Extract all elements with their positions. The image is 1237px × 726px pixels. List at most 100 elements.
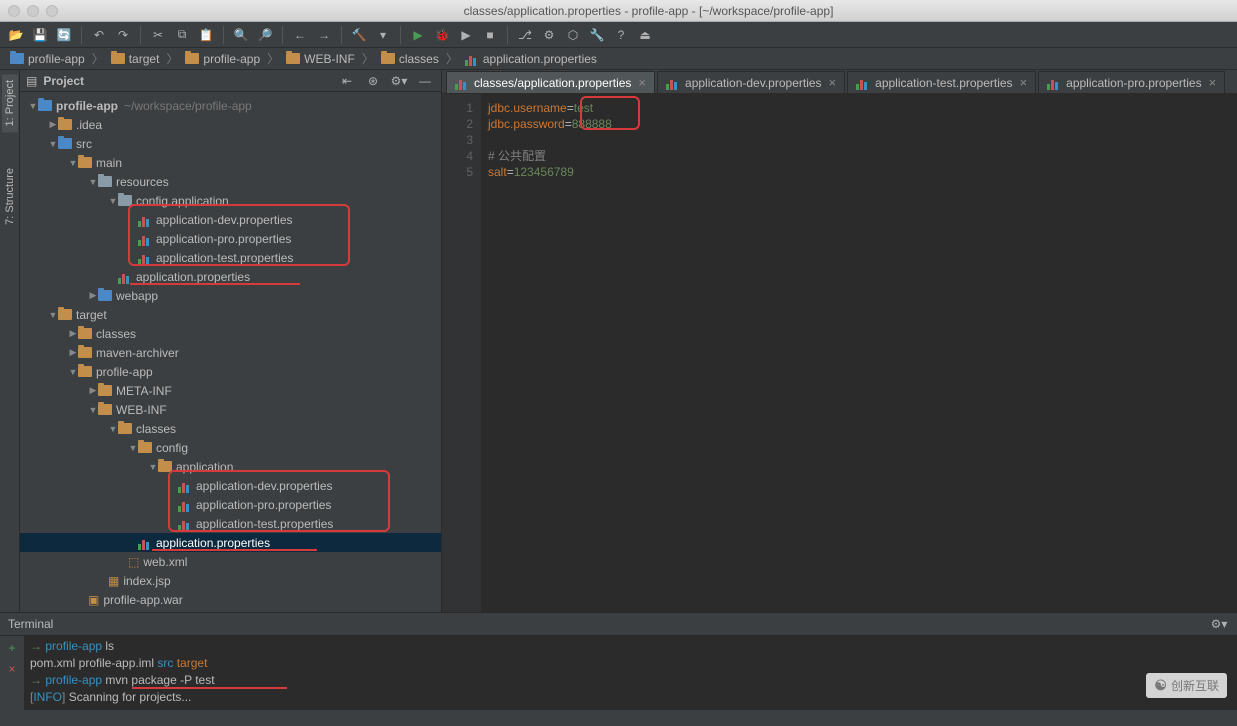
- folder-icon: [98, 385, 112, 396]
- back-icon[interactable]: ←: [290, 25, 310, 45]
- replace-icon[interactable]: 🔎: [255, 25, 275, 45]
- forward-icon[interactable]: →: [314, 25, 334, 45]
- help-icon[interactable]: ?: [611, 25, 631, 45]
- crumb-2[interactable]: profile-app: [181, 51, 264, 67]
- tree-idea[interactable]: ▶.idea: [20, 115, 441, 134]
- tree-metainf[interactable]: ▶META-INF: [20, 381, 441, 400]
- toolwindow-project[interactable]: 1: Project: [2, 74, 18, 132]
- terminal-title: Terminal: [8, 617, 53, 631]
- zoom-window-icon[interactable]: [46, 5, 58, 17]
- coverage-icon[interactable]: ▶: [456, 25, 476, 45]
- tree-pro2[interactable]: application-pro.properties: [20, 495, 441, 514]
- close-icon[interactable]: ×: [638, 75, 646, 90]
- crumb-3[interactable]: WEB-INF: [282, 51, 359, 67]
- run-icon[interactable]: ▶: [408, 25, 428, 45]
- folder-icon: [78, 347, 92, 358]
- close-icon[interactable]: ×: [8, 661, 15, 678]
- tab-test[interactable]: application-test.properties×: [847, 71, 1036, 93]
- save-icon[interactable]: 💾: [30, 25, 50, 45]
- line-gutter: 12345: [442, 94, 482, 612]
- project-tree[interactable]: ▼profile-app~/workspace/profile-app ▶.id…: [20, 92, 441, 612]
- folder-icon: [118, 423, 132, 434]
- gear-icon[interactable]: ⚙▾: [1209, 614, 1229, 634]
- crumb-0[interactable]: profile-app: [6, 51, 89, 67]
- tree-config[interactable]: ▼config.application: [20, 191, 441, 210]
- exit-icon[interactable]: ⏏: [635, 25, 655, 45]
- plus-icon[interactable]: +: [8, 640, 15, 657]
- copy-icon[interactable]: ⧉: [172, 25, 192, 45]
- tree-src[interactable]: ▼src: [20, 134, 441, 153]
- tree-main[interactable]: ▼main: [20, 153, 441, 172]
- close-window-icon[interactable]: [8, 5, 20, 17]
- find-icon[interactable]: 🔍: [231, 25, 251, 45]
- tab-active[interactable]: classes/application.properties×: [446, 71, 655, 93]
- properties-icon: [455, 76, 469, 90]
- tree-test2[interactable]: application-test.properties: [20, 514, 441, 533]
- crumb-1[interactable]: target: [107, 51, 164, 67]
- tree-webxml[interactable]: ⬚web.xml: [20, 552, 441, 571]
- tree-target[interactable]: ▼target: [20, 305, 441, 324]
- collapse-icon[interactable]: ⇤: [337, 71, 357, 91]
- package-icon: [118, 195, 132, 206]
- tree-webinf[interactable]: ▼WEB-INF: [20, 400, 441, 419]
- close-icon[interactable]: ×: [829, 75, 837, 90]
- minimize-window-icon[interactable]: [27, 5, 39, 17]
- paste-icon[interactable]: 📋: [196, 25, 216, 45]
- sync-icon[interactable]: 🔄: [54, 25, 74, 45]
- tree-pro[interactable]: application-pro.properties: [20, 229, 441, 248]
- sdk-icon[interactable]: ⬡: [563, 25, 583, 45]
- project-sidebar: ▤ Project ⇤ ⊛ ⚙▾ — ▼profile-app~/workspa…: [20, 70, 442, 612]
- maven-icon: m: [68, 612, 78, 613]
- tree-war[interactable]: ▣profile-app.war: [20, 590, 441, 609]
- vcs-icon[interactable]: ⎇: [515, 25, 535, 45]
- redo-icon[interactable]: ↷: [113, 25, 133, 45]
- tree-webapp[interactable]: ▶webapp: [20, 286, 441, 305]
- tab-dev[interactable]: application-dev.properties×: [657, 71, 845, 93]
- run-config-icon[interactable]: ▾: [373, 25, 393, 45]
- stop-icon[interactable]: ■: [480, 25, 500, 45]
- crumb-4[interactable]: classes: [377, 51, 443, 67]
- tree-dev2[interactable]: application-dev.properties: [20, 476, 441, 495]
- tree-config2[interactable]: ▼config: [20, 438, 441, 457]
- sidebar-title[interactable]: Project: [43, 74, 331, 88]
- tree-profileapp[interactable]: ▼profile-app: [20, 362, 441, 381]
- debug-icon[interactable]: 🐞: [432, 25, 452, 45]
- crumb-5[interactable]: application.properties: [461, 51, 601, 67]
- tree-classes2[interactable]: ▼classes: [20, 419, 441, 438]
- properties-icon: [178, 479, 192, 493]
- left-toolwindow-bar: 1: Project 7: Structure: [0, 70, 20, 612]
- hide-icon[interactable]: —: [415, 71, 435, 91]
- tools-icon[interactable]: 🔧: [587, 25, 607, 45]
- tree-app[interactable]: application.properties: [20, 267, 441, 286]
- close-icon[interactable]: ×: [1209, 75, 1217, 90]
- terminal-header[interactable]: Terminal ⚙▾: [0, 612, 1237, 636]
- structure-icon[interactable]: ⚙: [539, 25, 559, 45]
- tree-app2[interactable]: application.properties: [20, 533, 441, 552]
- tree-maven[interactable]: ▶maven-archiver: [20, 343, 441, 362]
- tree-dev[interactable]: application-dev.properties: [20, 210, 441, 229]
- undo-icon[interactable]: ↶: [89, 25, 109, 45]
- code-body[interactable]: jdbc.username=test jdbc.password=888888 …: [482, 94, 1237, 612]
- folder-icon: [185, 53, 199, 64]
- properties-icon: [138, 232, 152, 246]
- status-bar: [0, 710, 1237, 718]
- cut-icon[interactable]: ✂: [148, 25, 168, 45]
- terminal[interactable]: + × → profile-app ls pom.xml profile-app…: [0, 636, 1237, 710]
- locate-icon[interactable]: ⊛: [363, 71, 383, 91]
- tab-pro[interactable]: application-pro.properties×: [1038, 71, 1225, 93]
- build-icon[interactable]: 🔨: [349, 25, 369, 45]
- open-icon[interactable]: 📂: [6, 25, 26, 45]
- tree-classes[interactable]: ▶classes: [20, 324, 441, 343]
- tree-pom[interactable]: mpom.xml: [20, 609, 441, 612]
- tree-indexjsp[interactable]: ▦index.jsp: [20, 571, 441, 590]
- tree-application2[interactable]: ▼application: [20, 457, 441, 476]
- code-area[interactable]: 12345 jdbc.username=test jdbc.password=8…: [442, 94, 1237, 612]
- terminal-body[interactable]: → profile-app ls pom.xml profile-app.iml…: [24, 636, 1237, 710]
- window-controls[interactable]: [8, 5, 58, 17]
- tree-resources[interactable]: ▼resources: [20, 172, 441, 191]
- tree-test[interactable]: application-test.properties: [20, 248, 441, 267]
- toolwindow-structure[interactable]: 7: Structure: [2, 162, 18, 231]
- close-icon[interactable]: ×: [1020, 75, 1028, 90]
- tree-root[interactable]: ▼profile-app~/workspace/profile-app: [20, 96, 441, 115]
- gear-icon[interactable]: ⚙▾: [389, 71, 409, 91]
